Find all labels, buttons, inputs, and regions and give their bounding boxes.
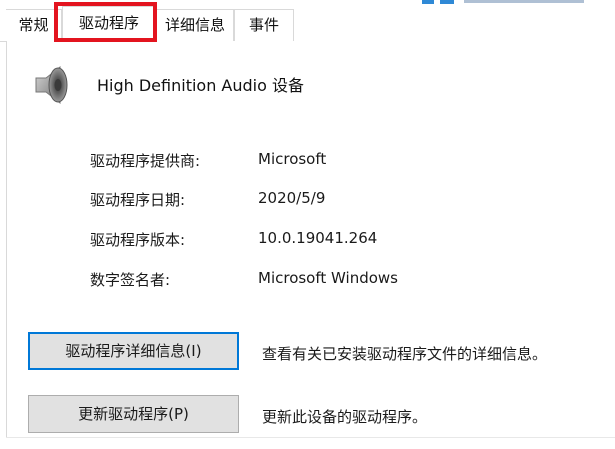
driver-version-value: 10.0.19041.264 — [258, 229, 378, 247]
digital-signer-label: 数字签名者: — [90, 271, 171, 289]
driver-version-label: 驱动程序版本: — [90, 231, 186, 249]
tab-details[interactable]: 详细信息 — [156, 9, 234, 41]
update-driver-button[interactable]: 更新驱动程序(P) — [28, 395, 239, 433]
driver-date-label: 驱动程序日期: — [90, 191, 186, 209]
annotation-highlight-box — [54, 2, 157, 42]
driver-details-button[interactable]: 驱动程序详细信息(I) — [28, 332, 239, 370]
tab-events[interactable]: 事件 — [234, 9, 294, 41]
driver-provider-label: 驱动程序提供商: — [90, 152, 201, 170]
bottom-margin — [0, 438, 615, 449]
driver-date-value: 2020/5/9 — [258, 189, 326, 207]
speaker-icon — [32, 64, 74, 106]
driver-details-description: 查看有关已安装驱动程序文件的详细信息。 — [262, 345, 548, 363]
driver-provider-value: Microsoft — [258, 150, 327, 168]
update-driver-description: 更新此设备的驱动程序。 — [262, 408, 428, 426]
device-name: High Definition Audio 设备 — [97, 76, 304, 95]
digital-signer-value: Microsoft Windows — [258, 269, 398, 287]
